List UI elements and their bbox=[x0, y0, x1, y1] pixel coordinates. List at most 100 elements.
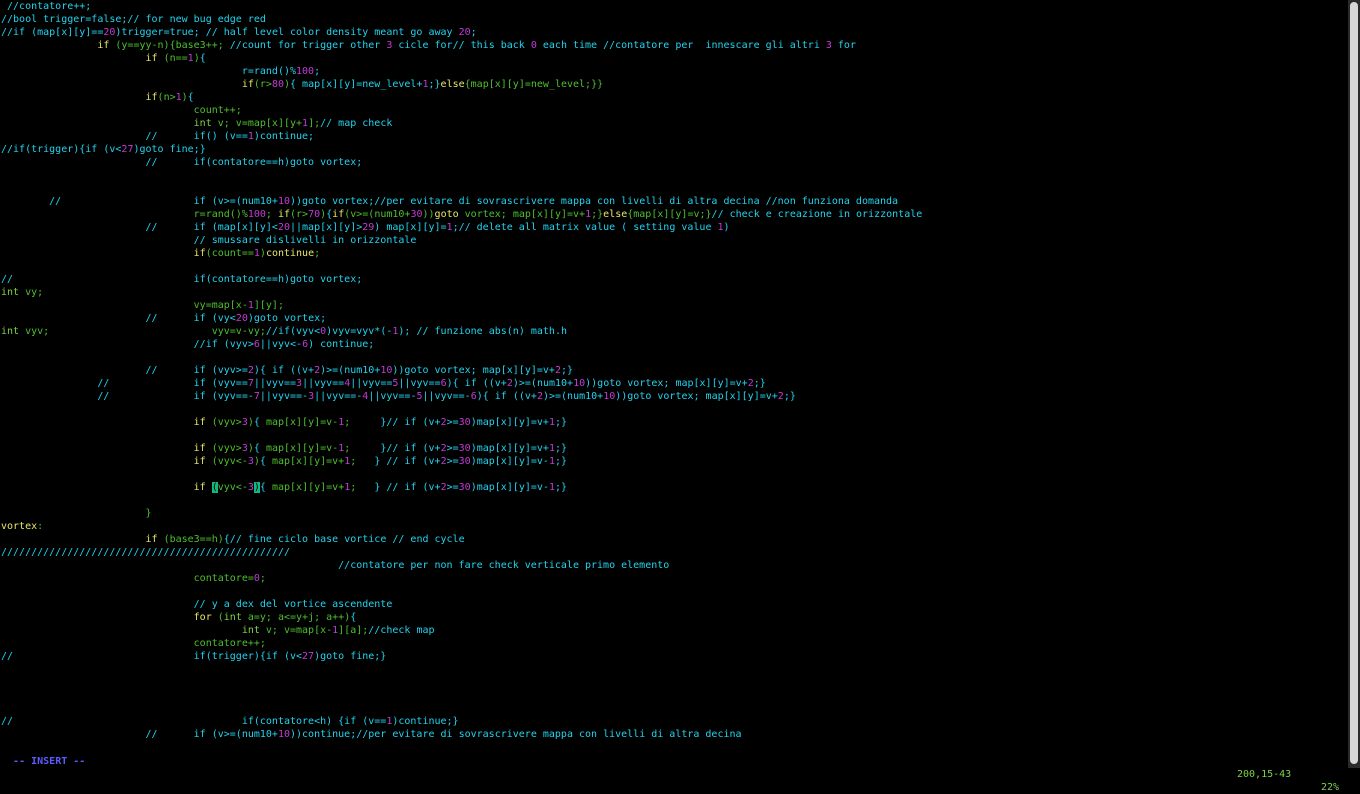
code-token: { map[x][y]=new_level+ bbox=[290, 79, 423, 90]
code-line[interactable]: //if (vyv>6||vyv<-6) continue; bbox=[1, 338, 1347, 351]
code-line[interactable] bbox=[1, 585, 1347, 598]
code-token: ||vyv<- bbox=[259, 339, 303, 350]
code-line[interactable]: vortex: bbox=[1, 520, 1347, 533]
code-line[interactable]: // if (v>=(num10+10))goto vortex;//per e… bbox=[1, 195, 1347, 208]
code-line[interactable] bbox=[1, 494, 1347, 507]
code-line[interactable]: // if (vyv==-7||vyv==-3||vyv==-4||vyv==-… bbox=[1, 390, 1347, 403]
code-line[interactable]: int v; v=map[x][y+1];// map check bbox=[1, 117, 1347, 130]
scroll-percent: 22% bbox=[1321, 782, 1340, 793]
code-line[interactable]: for (int a=y; a<=y+j; a++){ bbox=[1, 611, 1347, 624]
code-line[interactable] bbox=[1, 663, 1347, 676]
code-line[interactable]: if (vyv>3){ map[x][y]=v-1; }// if (v+2>=… bbox=[1, 416, 1347, 429]
code-token: >= bbox=[446, 482, 459, 493]
code-token: ||vyv==- bbox=[422, 391, 471, 402]
code-line[interactable]: r=rand()%100; if(r>70){if(v>=(num10+30))… bbox=[1, 208, 1347, 221]
code-token: >= bbox=[446, 456, 459, 467]
code-line[interactable]: if (y==yy-n){base3++; //count for trigge… bbox=[1, 39, 1347, 52]
code-token: contatore++; bbox=[1, 638, 266, 649]
code-line[interactable] bbox=[1, 260, 1347, 273]
mode-indicator: -- INSERT -- bbox=[13, 756, 86, 767]
code-token: (r> bbox=[290, 209, 309, 220]
code-token: //bool trigger=false;// for new bug edge… bbox=[1, 14, 266, 25]
code-line[interactable]: int v; v=map[x-1][a];//check map bbox=[1, 624, 1347, 637]
code-line[interactable]: //contatore per non fare check verticale… bbox=[1, 559, 1347, 572]
code-line[interactable]: // if(contatore==h)goto vortex; bbox=[1, 273, 1347, 286]
code-line[interactable] bbox=[1, 429, 1347, 442]
code-line[interactable]: // if() (v==1)continue; bbox=[1, 130, 1347, 143]
code-line[interactable]: } bbox=[1, 507, 1347, 520]
code-token: 29 bbox=[362, 222, 375, 233]
code-token: ;} bbox=[555, 456, 568, 467]
code-token: map[x][y]=v- bbox=[265, 417, 339, 428]
code-line[interactable]: if(count==1)continue; bbox=[1, 247, 1347, 260]
code-token: v; v=map[x][y+ bbox=[217, 118, 303, 129]
code-line[interactable] bbox=[1, 351, 1347, 364]
code-line[interactable]: if (vyv<-3){ map[x][y]=v+1; } // if (v+2… bbox=[1, 455, 1347, 468]
code-token: if bbox=[277, 209, 290, 220]
code-token: ) map[x][y]= bbox=[374, 222, 447, 233]
code-token: int bbox=[1, 287, 26, 298]
code-token: {map[x][y]=v;} bbox=[627, 209, 712, 220]
code-line[interactable] bbox=[1, 468, 1347, 481]
code-line[interactable]: // if(contatore==h)goto vortex; bbox=[1, 156, 1347, 169]
code-line[interactable]: ////////////////////////////////////////… bbox=[1, 546, 1347, 559]
code-token: 20 bbox=[277, 222, 290, 233]
vertical-scrollbar[interactable] bbox=[1348, 0, 1360, 768]
code-token: } bbox=[1, 508, 152, 519]
code-token: )>=(num10+ bbox=[542, 391, 604, 402]
code-token: ||vyv== bbox=[253, 378, 297, 389]
code-line[interactable]: //if (map[x][y]==20)trigger=true; // hal… bbox=[1, 26, 1347, 39]
code-line[interactable] bbox=[1, 169, 1347, 182]
code-token: 80 bbox=[271, 79, 284, 90]
code-token: 30 bbox=[410, 209, 423, 220]
code-line[interactable]: if(n>1){ bbox=[1, 91, 1347, 104]
code-line[interactable] bbox=[1, 676, 1347, 689]
code-line[interactable]: // y a dex del vortice ascendente bbox=[1, 598, 1347, 611]
scrollbar-thumb[interactable] bbox=[1350, 2, 1358, 764]
code-line[interactable]: // if (vy<20)goto vortex; bbox=[1, 312, 1347, 325]
code-line[interactable] bbox=[1, 182, 1347, 195]
code-line[interactable]: // if (vyv==7||vyv==3||vyv==4||vyv==5||v… bbox=[1, 377, 1347, 390]
code-line[interactable]: r=rand()%100; bbox=[1, 65, 1347, 78]
code-token: // map check bbox=[320, 118, 393, 129]
code-line[interactable]: // if(trigger){if (v<27)goto fine;} bbox=[1, 650, 1347, 663]
code-token: cicle for// this back bbox=[392, 40, 531, 51]
code-line[interactable]: // if (v>=(num10+10))continue;//per evit… bbox=[1, 728, 1347, 741]
code-token: )vyv=vyv*(- bbox=[326, 326, 393, 337]
code-token: // check e creazione in orizzontale bbox=[711, 209, 923, 220]
code-line[interactable]: //if(trigger){if (v<27)goto fine;} bbox=[1, 143, 1347, 156]
code-line[interactable]: if (n==1){ bbox=[1, 52, 1347, 65]
code-token: }// if (v+ bbox=[380, 417, 441, 428]
code-line[interactable]: vy=map[x-1][y]; bbox=[1, 299, 1347, 312]
code-line[interactable]: contatore=0; bbox=[1, 572, 1347, 585]
code-token: v; v=map[x- bbox=[265, 625, 333, 636]
code-line[interactable]: // if (map[x][y]<20||map[x][y]>29) map[x… bbox=[1, 221, 1347, 234]
code-line[interactable]: //contatore++; bbox=[1, 0, 1347, 13]
code-line[interactable]: if(r>80){ map[x][y]=new_level+1;}else{ma… bbox=[1, 78, 1347, 91]
code-token: //if(trigger){if (v< bbox=[1, 144, 122, 155]
code-token: { bbox=[187, 92, 194, 103]
code-line[interactable] bbox=[1, 702, 1347, 715]
code-token: //check map bbox=[368, 625, 435, 636]
code-token: 20 bbox=[235, 313, 248, 324]
code-line[interactable] bbox=[1, 403, 1347, 416]
code-token: map[x][y]=v+ bbox=[271, 482, 345, 493]
code-line[interactable]: int vy; bbox=[1, 286, 1347, 299]
code-line[interactable]: count++; bbox=[1, 104, 1347, 117]
code-token: ))goto vortex; map[x][y]=v+ bbox=[392, 365, 555, 376]
code-token: ; bbox=[344, 443, 381, 454]
code-line[interactable]: int vyv; vyv=v-vy;//if(vyv<0)vyv=vyv*(-1… bbox=[1, 325, 1347, 338]
code-line[interactable]: if (vyv>3){ map[x][y]=v-1; }// if (v+2>=… bbox=[1, 442, 1347, 455]
code-line[interactable]: // smussare dislivelli in orizzontale bbox=[1, 234, 1347, 247]
editor-text-area[interactable]: //contatore++; //bool trigger=false;// fo… bbox=[1, 0, 1347, 742]
code-line[interactable] bbox=[1, 689, 1347, 702]
code-line[interactable]: //bool trigger=false;// for new bug edge… bbox=[1, 13, 1347, 26]
code-token: } // if (v+ bbox=[374, 456, 441, 467]
code-token: )map[x][y]=v+ bbox=[470, 443, 549, 454]
code-line[interactable]: // if(contatore<h) {if (v==1)continue;} bbox=[1, 715, 1347, 728]
code-token: 27 bbox=[121, 144, 134, 155]
code-line[interactable]: contatore++; bbox=[1, 637, 1347, 650]
code-line[interactable]: if (vyv<-3){ map[x][y]=v+1; } // if (v+2… bbox=[1, 481, 1347, 494]
code-line[interactable]: // if (vyv>=2){ if ((v+2)>=(num10+10))go… bbox=[1, 364, 1347, 377]
code-line[interactable]: if (base3==h){// fine ciclo base vortice… bbox=[1, 533, 1347, 546]
